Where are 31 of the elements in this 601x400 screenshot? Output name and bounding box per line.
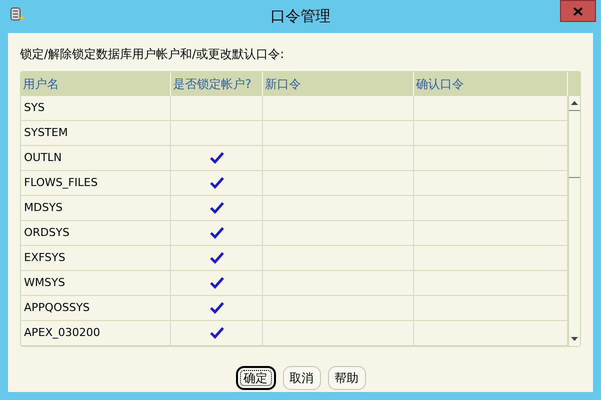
app-icon xyxy=(9,6,25,22)
check-icon xyxy=(210,152,224,164)
dialog-button[interactable]: 确定 xyxy=(236,366,276,390)
check-icon xyxy=(210,252,224,264)
table-cell: APPQOSSYS xyxy=(21,296,171,320)
check-icon xyxy=(210,177,224,189)
check-icon xyxy=(210,202,224,214)
check-icon xyxy=(210,277,224,289)
table-cell: APEX_030200 xyxy=(21,321,171,345)
table-cell: WMSYS xyxy=(21,271,171,295)
dialog-button[interactable]: 帮助 xyxy=(328,366,366,390)
column-header[interactable]: 用户名 xyxy=(21,72,171,96)
check-icon xyxy=(210,227,224,239)
table-cell: OUTLN xyxy=(21,146,171,170)
table-cell: ORDSYS xyxy=(21,221,171,245)
scroll-thumb[interactable] xyxy=(569,110,580,178)
close-button[interactable] xyxy=(560,0,596,22)
check-icon xyxy=(210,327,224,339)
instruction-text: 锁定/解除锁定数据库用户帐户和/或更改默认口令: xyxy=(20,46,286,63)
table-cell: SYSTEM xyxy=(21,121,171,145)
dialog-button[interactable]: 取消 xyxy=(282,366,320,390)
table-cell: SYS xyxy=(21,96,171,120)
table-cell: MDSYS xyxy=(21,196,171,220)
close-icon xyxy=(573,6,583,16)
table-cell: FLOWS_FILES xyxy=(21,171,171,195)
check-icon xyxy=(210,302,224,314)
window-title: 口令管理 xyxy=(270,6,330,28)
column-header[interactable]: 是否锁定帐户? xyxy=(171,72,263,96)
table-cell: EXFSYS xyxy=(21,246,171,270)
column-header[interactable]: 新口令 xyxy=(263,72,414,96)
scrollbar[interactable] xyxy=(568,96,581,346)
